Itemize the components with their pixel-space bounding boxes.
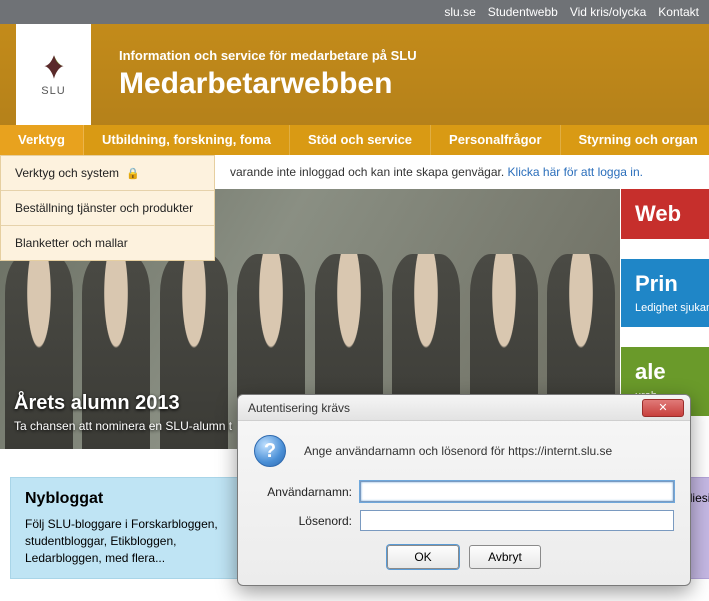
dropdown-blanketter[interactable]: Blanketter och mallar <box>1 226 214 260</box>
username-input[interactable] <box>360 481 674 502</box>
username-label: Användarnamn: <box>254 485 360 499</box>
question-icon: ? <box>254 435 286 467</box>
side-card-web[interactable]: Web <box>621 189 709 239</box>
nav-personal[interactable]: Personalfrågor <box>431 125 560 155</box>
ok-button[interactable]: OK <box>387 545 459 569</box>
password-label: Lösenord: <box>254 514 360 528</box>
header-subtitle: Information och service för medarbetare … <box>119 48 417 63</box>
slu-logo-icon <box>36 53 72 81</box>
dropdown-verktyg-system[interactable]: Verktyg och system 🔒 <box>1 156 214 191</box>
hero-caption: Årets alumn 2013 Ta chansen att nominera… <box>14 392 232 433</box>
hero-subtitle: Ta chansen att nominera en SLU-alumn t <box>14 419 232 433</box>
dialog-body: ? Ange användarnamn och lösenord för htt… <box>238 421 690 585</box>
side-card-title: ale <box>635 359 709 385</box>
side-card-body: Ledighet sjukanm <box>635 301 709 315</box>
logo-text: SLU <box>41 85 65 97</box>
header-title: Medarbetarwebben <box>119 67 417 101</box>
topbar-link-kontakt[interactable]: Kontakt <box>658 5 699 19</box>
nav-verktyg[interactable]: Verktyg <box>0 125 84 155</box>
primary-nav: Verktyg Utbildning, forskning, foma Stöd… <box>0 125 709 155</box>
dropdown-bestallning[interactable]: Beställning tjänster och produkter <box>1 191 214 226</box>
password-input[interactable] <box>360 510 674 531</box>
lock-icon: 🔒 <box>126 167 140 180</box>
verktyg-dropdown: Verktyg och system 🔒 Beställning tjänste… <box>0 155 215 261</box>
cancel-button[interactable]: Avbryt <box>469 545 541 569</box>
topbar-link-slu[interactable]: slu.se <box>444 5 475 19</box>
topbar-link-kris[interactable]: Vid kris/olycka <box>570 5 646 19</box>
header-text: Information och service för medarbetare … <box>119 48 417 101</box>
dropdown-item-label: Beställning tjänster och produkter <box>15 201 193 215</box>
site-header: SLU Information och service för medarbet… <box>0 24 709 125</box>
side-card-title: Web <box>635 201 709 227</box>
dialog-titlebar[interactable]: Autentisering krävs ✕ <box>238 395 690 421</box>
dropdown-item-label: Blanketter och mallar <box>15 236 128 250</box>
auth-dialog-wrapper: Autentisering krävs ✕ ? Ange användarnam… <box>237 394 691 586</box>
hero-title: Årets alumn 2013 <box>14 392 232 415</box>
nav-styrning[interactable]: Styrning och organ <box>561 125 709 155</box>
logo-box[interactable]: SLU <box>16 24 91 125</box>
card-body: Följ SLU-bloggare i Forskarbloggen, stud… <box>25 516 245 566</box>
login-hint-text: varande inte inloggad och kan inte skapa… <box>230 165 508 179</box>
auth-dialog: Autentisering krävs ✕ ? Ange användarnam… <box>237 394 691 586</box>
topbar-link-studentwebb[interactable]: Studentwebb <box>488 5 558 19</box>
nav-utbildning[interactable]: Utbildning, forskning, foma <box>84 125 290 155</box>
login-link[interactable]: Klicka här för att logga in. <box>508 165 643 179</box>
dialog-close-button[interactable]: ✕ <box>642 399 684 417</box>
card-nybloggat[interactable]: Nybloggat Följ SLU-bloggare i Forskarblo… <box>10 477 260 579</box>
side-card-prim[interactable]: Prin Ledighet sjukanm <box>621 259 709 327</box>
dialog-message: Ange användarnamn och lösenord för https… <box>304 444 612 458</box>
utility-topbar: slu.se Studentwebb Vid kris/olycka Konta… <box>0 0 709 24</box>
nav-stod[interactable]: Stöd och service <box>290 125 431 155</box>
card-title: Nybloggat <box>25 490 245 508</box>
dropdown-item-label: Verktyg och system <box>15 166 119 180</box>
side-card-title: Prin <box>635 271 709 297</box>
close-icon: ✕ <box>658 401 667 414</box>
dialog-title: Autentisering krävs <box>248 401 350 415</box>
